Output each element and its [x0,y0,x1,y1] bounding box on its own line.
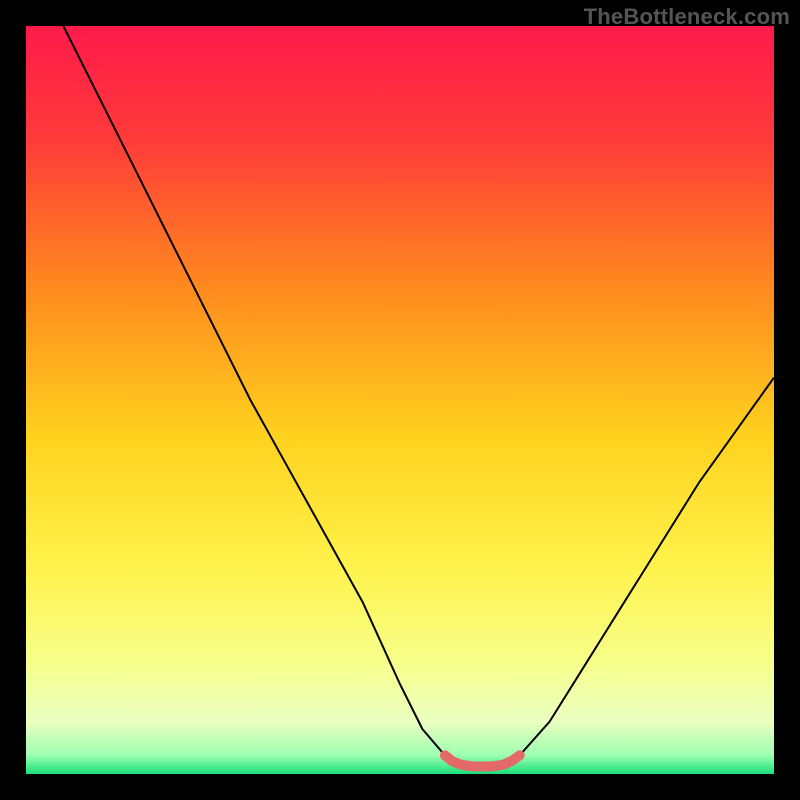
chart-svg [26,26,774,774]
chart-frame: TheBottleneck.com [0,0,800,800]
plot-area [26,26,774,774]
gradient-background [26,26,774,774]
